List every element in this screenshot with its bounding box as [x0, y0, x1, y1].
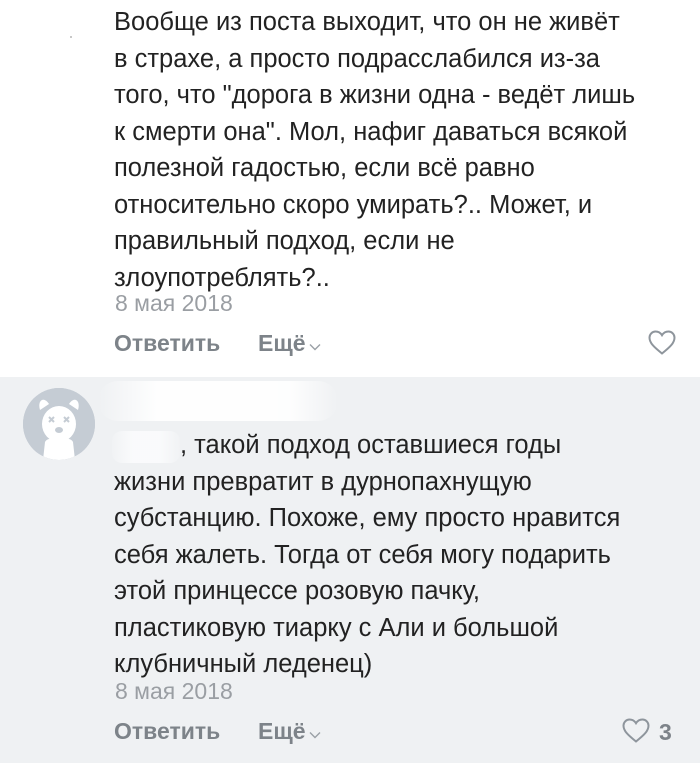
comment-actions: Ответить Ещё [0, 330, 700, 366]
chevron-down-icon [309, 330, 321, 357]
deactivated-dog-avatar-icon[interactable] [23, 388, 95, 460]
comment-actions: Ответить Ещё 3 [0, 718, 700, 754]
comment-text: , такой подход оставшиеся годы жизни пре… [114, 431, 621, 678]
heart-outline-icon [622, 718, 650, 746]
more-label: Ещё [258, 718, 306, 744]
heart-outline-icon [648, 330, 676, 358]
comment-date: 8 мая 2018 [115, 290, 233, 316]
chevron-down-icon [309, 718, 321, 745]
like-button[interactable]: 3 [622, 718, 672, 746]
more-button[interactable]: Ещё [258, 718, 321, 745]
more-label: Ещё [258, 330, 306, 356]
reply-button[interactable]: Ответить [114, 718, 220, 745]
reply-button[interactable]: Ответить [114, 330, 220, 357]
author-name-redacted [98, 381, 338, 421]
thread-marker [70, 36, 72, 38]
comment-date: 8 мая 2018 [115, 678, 233, 704]
like-count: 3 [659, 718, 672, 745]
comment-2: , такой подход оставшиеся годы жизни пре… [0, 377, 700, 763]
comment-1: Вообще из поста выходит, что он не живёт… [0, 0, 700, 377]
comment-text: Вообще из поста выходит, что он не живёт… [114, 8, 636, 292]
more-button[interactable]: Ещё [258, 330, 321, 357]
like-button[interactable] [648, 330, 676, 358]
